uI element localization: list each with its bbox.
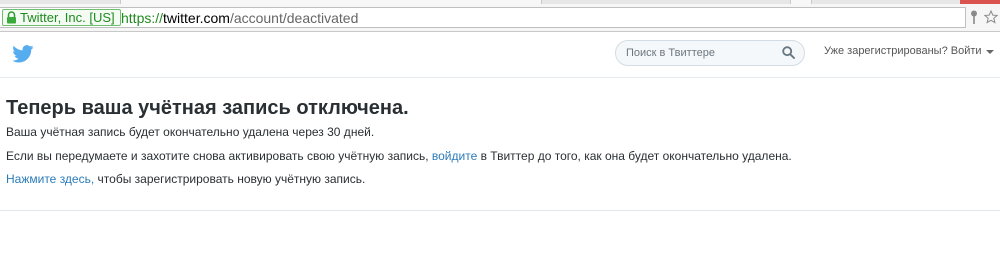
url-text[interactable]: https://twitter.com/account/deactivated (121, 9, 358, 27)
ev-label: Twitter, Inc. [US] (20, 10, 115, 25)
reactivate-notice: Если вы передумаете и захотите снова акт… (6, 149, 792, 163)
browser-toolbar: Twitter, Inc. [US] https://twitter.com/a… (0, 4, 1000, 32)
ev-certificate-badge[interactable]: Twitter, Inc. [US] (2, 9, 121, 26)
url-host: twitter.com (163, 10, 230, 26)
login-dropdown[interactable]: Уже зарегистрированы? Войти (824, 45, 994, 57)
signup-link[interactable]: Нажмите здесь, (6, 172, 94, 186)
signup-notice: Нажмите здесь, чтобы зарегистрировать но… (6, 172, 365, 186)
search-box[interactable] (615, 40, 805, 66)
reactivate-text-after: в Твиттер до того, как она будет окончат… (477, 149, 792, 163)
search-icon[interactable] (782, 46, 795, 59)
content-divider (0, 210, 1000, 211)
lock-icon (7, 11, 16, 24)
caret-down-icon (985, 50, 994, 54)
twitter-topbar: Уже зарегистрированы? Войти (0, 32, 1000, 78)
star-icon[interactable] (984, 10, 998, 24)
url-path: /account/deactivated (229, 10, 359, 26)
pin-icon[interactable] (970, 10, 978, 24)
login-link[interactable]: войдите (432, 149, 477, 163)
reactivate-text-before: Если вы передумаете и захотите снова акт… (6, 149, 432, 163)
deletion-notice: Ваша учётная запись будет окончательно у… (6, 125, 375, 139)
address-bar[interactable]: Twitter, Inc. [US] https://twitter.com/a… (0, 7, 966, 28)
login-text: Уже зарегистрированы? Войти (824, 45, 982, 57)
signup-text-after: чтобы зарегистрировать новую учётную зап… (94, 172, 366, 186)
toolbar-icons (970, 10, 998, 24)
search-input[interactable] (626, 45, 776, 61)
page-title: Теперь ваша учётная запись отключена. (6, 97, 409, 119)
url-scheme: https:// (121, 10, 164, 26)
twitter-bird-icon[interactable] (12, 45, 34, 63)
